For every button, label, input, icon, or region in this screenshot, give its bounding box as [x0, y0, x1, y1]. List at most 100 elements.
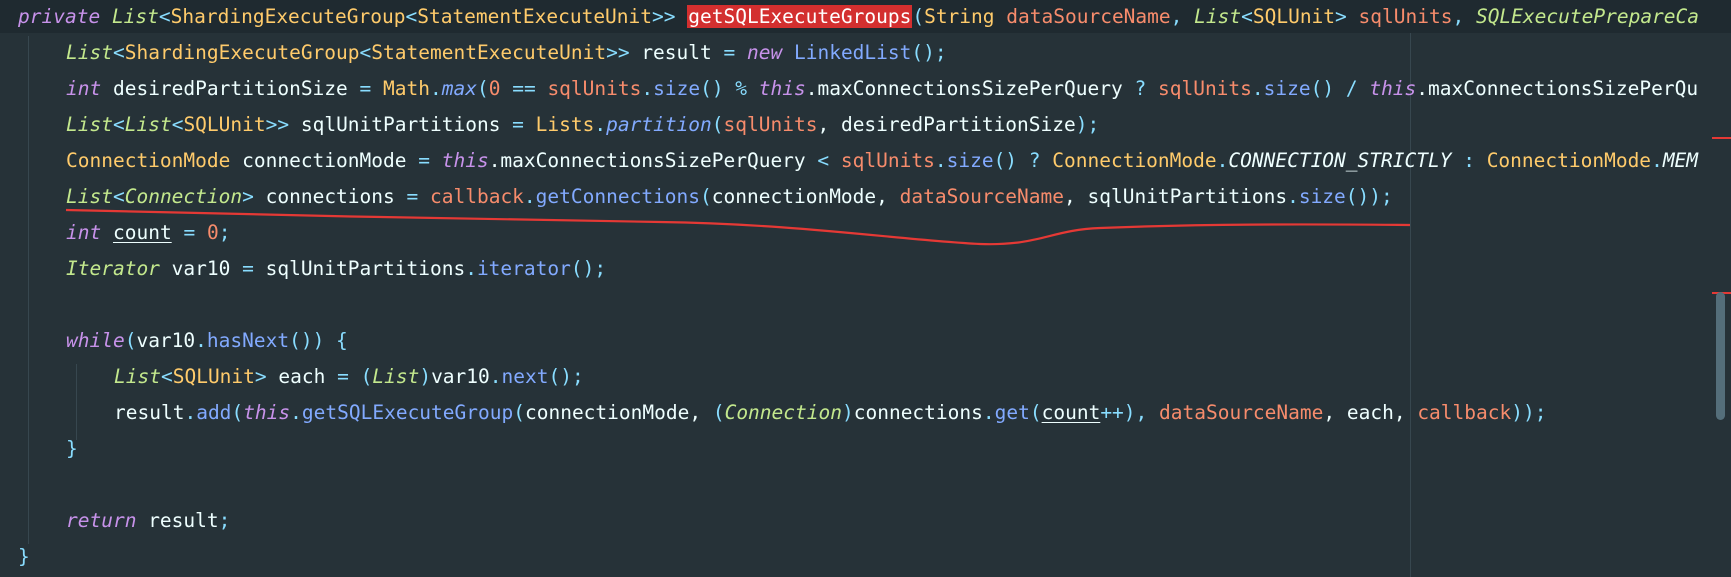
- code-token: max: [441, 77, 477, 100]
- code-editor[interactable]: private List<ShardingExecuteGroup<Statem…: [0, 0, 1731, 577]
- code-token: connectionMode,: [524, 401, 713, 424]
- code-token: (: [476, 77, 489, 100]
- code-token: >: [242, 185, 254, 208]
- code-token: each: [266, 365, 338, 388]
- code-token: this: [441, 149, 489, 172]
- code-token: =: [723, 41, 736, 64]
- code-token: =: [418, 149, 430, 172]
- code-token: .: [594, 113, 607, 136]
- code-token: List: [124, 113, 172, 136]
- code-token: .: [523, 185, 536, 208]
- code-token: (: [513, 401, 525, 424]
- code-token: dataSourceName: [1159, 401, 1324, 424]
- code-token: sqlUnits: [840, 149, 935, 172]
- code-token: connectionMode: [230, 149, 419, 172]
- code-line-6[interactable]: List<Connection> connections = callback.…: [0, 180, 1731, 213]
- code-token: Connection: [124, 185, 243, 208]
- code-token: }: [18, 545, 30, 568]
- code-token: MEM: [1662, 149, 1699, 172]
- code-token: ,: [1452, 5, 1476, 28]
- code-line-13[interactable]: }: [0, 432, 1731, 465]
- code-token: ,: [1170, 5, 1195, 28]
- code-line-15[interactable]: return result;: [0, 504, 1731, 537]
- code-token: (: [231, 401, 244, 424]
- code-token: (: [912, 5, 925, 28]
- code-token: ();: [548, 365, 584, 388]
- code-line-11[interactable]: List<SQLUnit> each = (List)var10.next();: [0, 360, 1731, 393]
- code-token: List: [66, 113, 113, 136]
- code-line-5[interactable]: ConnectionMode connectionMode = this.max…: [0, 144, 1731, 177]
- code-token: .: [184, 401, 197, 424]
- code-token: ConnectionMode: [66, 149, 231, 172]
- code-token: Math: [383, 77, 430, 100]
- code-token: .maxConnectionsSizePerQu: [1416, 77, 1699, 100]
- code-token: (: [348, 365, 373, 388]
- code-token: next: [501, 365, 549, 388]
- code-token: <: [160, 365, 173, 388]
- code-token: ): [419, 365, 432, 388]
- code-token: sqlUnits: [1358, 5, 1453, 28]
- code-token: <: [112, 41, 125, 64]
- code-line-16[interactable]: }: [0, 540, 1731, 573]
- code-token: Connection: [724, 401, 842, 424]
- code-line-3[interactable]: int desiredPartitionSize = Math.max(0 ==…: [0, 72, 1731, 105]
- code-token: () ?: [993, 149, 1053, 172]
- code-token: sqlUnitPartitions: [253, 257, 466, 280]
- code-token: SQLUnit: [172, 365, 255, 388]
- code-token: List: [114, 365, 161, 388]
- code-token: , each,: [1323, 401, 1418, 424]
- code-token: List: [111, 5, 159, 28]
- code-line-14[interactable]: [0, 468, 1731, 501]
- code-token: dataSourceName: [1006, 5, 1171, 28]
- code-line-10[interactable]: while(var10.hasNext()) {: [0, 324, 1731, 357]
- code-token: <: [405, 5, 418, 28]
- code-token: .: [641, 77, 654, 100]
- code-token: SQLUnit: [1252, 5, 1336, 28]
- code-token: add: [196, 401, 232, 424]
- code-token: this: [758, 77, 806, 100]
- code-line-12[interactable]: result.add(this.getSQLExecuteGroup(conne…: [0, 396, 1731, 429]
- vertical-scrollbar-thumb[interactable]: [1716, 292, 1725, 420]
- code-token: size: [1263, 77, 1311, 100]
- code-token: ;: [218, 221, 231, 244]
- code-token: getSQLExecuteGroup: [301, 401, 514, 424]
- code-line-2[interactable]: List<ShardingExecuteGroup<StatementExecu…: [0, 36, 1731, 69]
- code-token: <: [359, 41, 372, 64]
- code-token: () /: [1310, 77, 1370, 100]
- code-token: desiredPartitionSize: [101, 77, 360, 100]
- code-token: =: [512, 113, 524, 136]
- code-line-1[interactable]: private List<ShardingExecuteGroup<Statem…: [0, 0, 1731, 33]
- code-token: =: [337, 365, 349, 388]
- code-token: Lists: [535, 113, 595, 136]
- code-line-4[interactable]: List<List<SQLUnit>> sqlUnitPartitions = …: [0, 108, 1731, 141]
- code-token: =: [359, 77, 372, 100]
- code-token: var10: [136, 329, 196, 352]
- code-token: sqlUnits: [1157, 77, 1252, 100]
- code-token: while: [66, 329, 125, 352]
- code-line-9[interactable]: [0, 288, 1731, 321]
- search-highlight-token: getSQLExecuteGroups: [687, 5, 913, 28]
- code-token: ());: [1345, 185, 1393, 208]
- code-token: callback: [1417, 401, 1512, 424]
- code-token: size: [653, 77, 701, 100]
- code-line-8[interactable]: Iterator var10 = sqlUnitPartitions.itera…: [0, 252, 1731, 285]
- code-token: .: [1287, 185, 1299, 208]
- code-token: (: [700, 185, 712, 208]
- code-token: count: [1041, 401, 1101, 424]
- code-token: List: [66, 41, 113, 64]
- code-token: result: [629, 41, 724, 64]
- error-stripe-marker-1[interactable]: [1712, 137, 1731, 139]
- code-line-7[interactable]: int count = 0;: [0, 216, 1731, 249]
- code-token: iterator: [476, 257, 571, 280]
- code-token: ConnectionMode: [1052, 149, 1217, 172]
- code-token: size: [946, 149, 994, 172]
- code-token: LinkedList: [793, 41, 912, 64]
